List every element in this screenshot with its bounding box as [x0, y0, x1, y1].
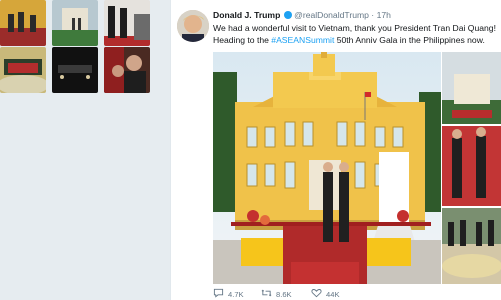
reply-button[interactable]: 4.7K [213, 288, 244, 300]
tweet-photo-side[interactable] [442, 52, 501, 284]
media-thumbnail-5[interactable] [52, 47, 98, 93]
tweet-card[interactable]: Donald J. Trump @realDonaldTrump · 17h W… [170, 0, 501, 300]
retweet-count: 8.6K [276, 289, 292, 299]
author-name[interactable]: Donald J. Trump [213, 10, 280, 20]
header-separator: · [371, 10, 375, 20]
media-thumbnail-column [0, 0, 170, 300]
verified-badge-icon [283, 11, 292, 19]
retweet-button[interactable]: 8.6K [261, 288, 292, 300]
media-thumbnail-3[interactable] [104, 0, 150, 46]
tweet-photo-main[interactable] [213, 52, 441, 284]
media-thumbnail-1[interactable] [0, 0, 46, 46]
tweet-timestamp[interactable]: 17h [377, 10, 391, 20]
media-thumbnail-6[interactable] [104, 47, 150, 93]
media-thumbnail-4[interactable] [0, 47, 46, 93]
retweet-arrows-icon [261, 288, 272, 300]
media-thumbnail-2[interactable] [52, 0, 98, 46]
reply-count: 4.7K [228, 289, 244, 299]
author-avatar[interactable] [177, 10, 209, 42]
like-button[interactable]: 44K [311, 288, 340, 300]
author-handle[interactable]: @realDonaldTrump [294, 10, 369, 20]
tweet-text: We had a wonderful visit to Vietnam, tha… [213, 23, 501, 46]
speech-bubble-icon [213, 288, 224, 300]
heart-icon [311, 288, 322, 300]
like-count: 44K [326, 289, 340, 299]
tweet-header: Donald J. Trump @realDonaldTrump · 17h [213, 10, 391, 21]
hashtag-link[interactable]: #ASEANSummit [271, 35, 334, 45]
tweet-text-part-2: 50th Anniv Gala in the Philippines now. [334, 34, 485, 45]
